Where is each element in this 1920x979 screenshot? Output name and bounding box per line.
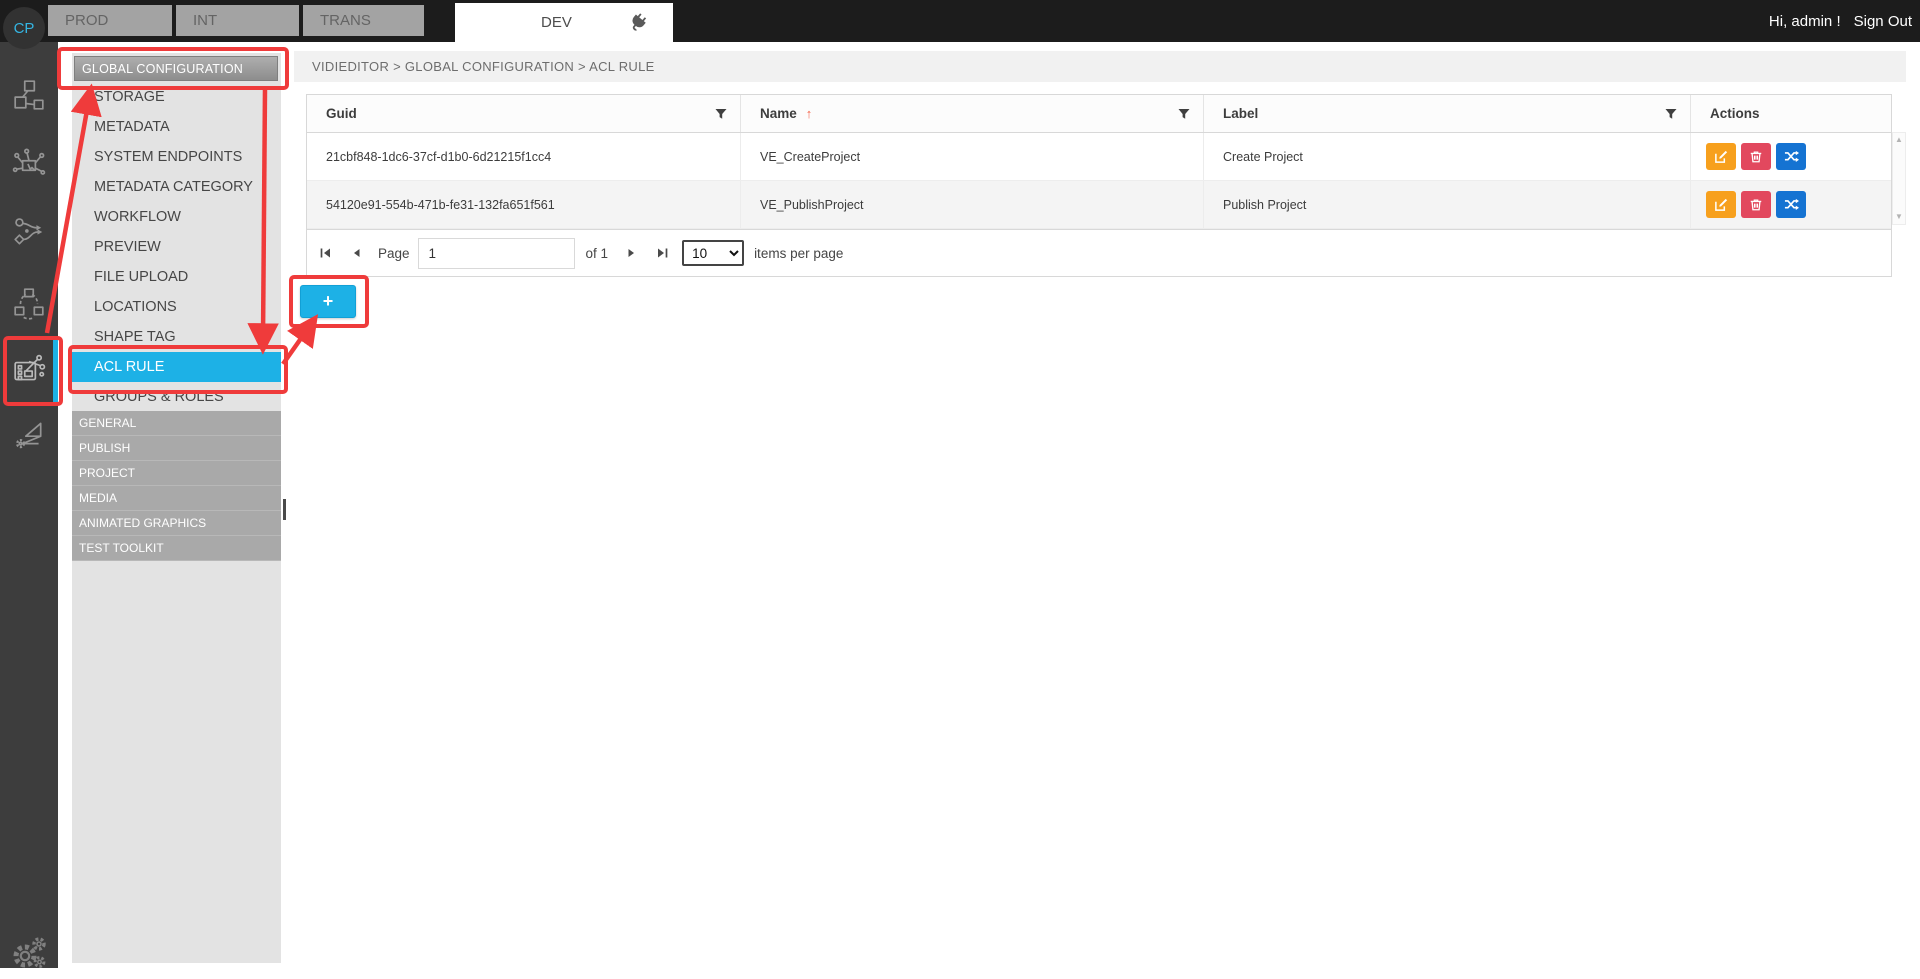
edit-button[interactable] — [1706, 191, 1736, 218]
menu-sections: GENERALPUBLISHPROJECTMEDIAANIMATED GRAPH… — [72, 411, 281, 561]
avatar-initials: CP — [14, 20, 35, 37]
menu-item-groups-roles[interactable]: GROUPS & ROLES — [72, 382, 281, 412]
delete-button[interactable] — [1741, 191, 1771, 218]
acl-rule-grid: Guid Name ↑ Label Actions — [306, 94, 1892, 277]
menu-item-metadata-category[interactable]: METADATA CATEGORY — [72, 172, 281, 202]
tab-dev[interactable]: DEV — [455, 3, 673, 42]
page-label: Page — [378, 246, 410, 261]
grid-body: 21cbf848-1dc6-37cf-d1b0-6d21215f1cc4VE_C… — [307, 133, 1891, 229]
first-page-button[interactable] — [319, 247, 332, 259]
table-row[interactable]: 54120e91-554b-471b-fe31-132fa651f561VE_P… — [307, 181, 1891, 229]
menu-section-media[interactable]: MEDIA — [72, 486, 281, 511]
cell-label: Publish Project — [1204, 181, 1691, 228]
delete-button[interactable] — [1741, 143, 1771, 170]
add-acl-rule-button[interactable]: + — [300, 285, 356, 318]
menu-section-general[interactable]: GENERAL — [72, 411, 281, 436]
menu-item-shape-tag[interactable]: SHAPE TAG — [72, 322, 281, 352]
menu-item-metadata[interactable]: METADATA — [72, 112, 281, 142]
menu-item-file-upload[interactable]: FILE UPLOAD — [72, 262, 281, 292]
menu-item-system-endpoints[interactable]: SYSTEM ENDPOINTS — [72, 142, 281, 172]
integration-icon[interactable] — [0, 133, 58, 197]
menu-section-publish[interactable]: PUBLISH — [72, 436, 281, 461]
text-cursor-artifact — [283, 499, 286, 520]
menu-item-preview[interactable]: PREVIEW — [72, 232, 281, 262]
menu-item-workflow[interactable]: WORKFLOW — [72, 202, 281, 232]
menu-section-test-toolkit[interactable]: TEST TOOLKIT — [72, 536, 281, 561]
shuffle-button[interactable] — [1776, 143, 1806, 170]
publish-icon[interactable] — [0, 401, 58, 465]
next-page-button[interactable] — [627, 247, 637, 259]
app-root: PROD INT TRANS DEV Hi, admin ! Sign Out CP — [0, 0, 1920, 979]
tab-label: INT — [193, 12, 217, 29]
menu-item-locations[interactable]: LOCATIONS — [72, 292, 281, 322]
pagination-bar: Page of 1 10 items per page — [307, 229, 1891, 276]
user-area: Hi, admin ! Sign Out — [1769, 0, 1912, 42]
cell-name: VE_CreateProject — [741, 133, 1204, 180]
column-header-name[interactable]: Name ↑ — [741, 95, 1204, 132]
last-page-button[interactable] — [656, 247, 669, 259]
menu-item-storage[interactable]: STORAGE — [72, 82, 281, 112]
cell-label: Create Project — [1204, 133, 1691, 180]
tab-trans[interactable]: TRANS — [303, 5, 424, 36]
filter-icon[interactable] — [1665, 108, 1677, 123]
icon-sidebar — [0, 42, 58, 968]
actions-cell — [1691, 181, 1891, 228]
sort-asc-icon: ↑ — [806, 106, 813, 121]
settings-gears-icon[interactable] — [0, 920, 58, 979]
shuffle-button[interactable] — [1776, 191, 1806, 218]
cell-name: VE_PublishProject — [741, 181, 1204, 228]
table-row[interactable]: 21cbf848-1dc6-37cf-d1b0-6d21215f1cc4VE_C… — [307, 133, 1891, 181]
cluster-icon[interactable] — [0, 271, 58, 335]
breadcrumb: VIDIEDITOR > GLOBAL CONFIGURATION > ACL … — [294, 51, 1906, 82]
avatar[interactable]: CP — [3, 7, 45, 49]
tab-label: DEV — [541, 14, 572, 31]
config-menu-panel: GLOBAL CONFIGURATION STORAGEMETADATASYST… — [72, 53, 281, 963]
menu-section-animated-graphics[interactable]: ANIMATED GRAPHICS — [72, 511, 281, 536]
items-per-page-label: items per page — [754, 246, 843, 261]
page-number-input[interactable] — [418, 238, 575, 269]
tab-label: TRANS — [320, 12, 371, 29]
column-header-guid[interactable]: Guid — [307, 95, 741, 132]
tab-int[interactable]: INT — [176, 5, 299, 36]
column-header-label[interactable]: Label — [1204, 95, 1691, 132]
modules-icon[interactable] — [0, 63, 58, 127]
items-per-page-select[interactable]: 10 — [682, 240, 744, 266]
menu-header-global-configuration[interactable]: GLOBAL CONFIGURATION — [74, 56, 278, 81]
plug-icon — [627, 11, 649, 33]
grid-header: Guid Name ↑ Label Actions — [307, 95, 1891, 133]
greeting-text: Hi, admin ! — [1769, 13, 1841, 30]
video-editor-icon[interactable] — [0, 338, 58, 402]
filter-icon[interactable] — [1178, 108, 1190, 123]
edit-button[interactable] — [1706, 143, 1736, 170]
column-header-actions: Actions — [1691, 95, 1891, 132]
workflow-icon[interactable] — [0, 200, 58, 264]
actions-cell — [1691, 133, 1891, 180]
scroll-up-icon[interactable]: ▲ — [1893, 136, 1905, 144]
filter-icon[interactable] — [715, 108, 727, 123]
menu-section-project[interactable]: PROJECT — [72, 461, 281, 486]
top-bar: PROD INT TRANS DEV Hi, admin ! Sign Out — [0, 0, 1920, 42]
scroll-down-icon[interactable]: ▼ — [1893, 213, 1905, 221]
tab-label: PROD — [65, 12, 108, 29]
previous-page-button[interactable] — [351, 247, 361, 259]
cell-guid: 54120e91-554b-471b-fe31-132fa651f561 — [307, 181, 741, 228]
page-count-label: of 1 — [586, 246, 609, 261]
menu-item-acl-rule[interactable]: ACL RULE — [72, 352, 281, 382]
grid-vertical-scrollbar[interactable]: ▲ ▼ — [1892, 132, 1906, 225]
menu-items: STORAGEMETADATASYSTEM ENDPOINTSMETADATA … — [72, 82, 281, 412]
tab-prod[interactable]: PROD — [48, 5, 172, 36]
sign-out-link[interactable]: Sign Out — [1854, 13, 1912, 30]
cell-guid: 21cbf848-1dc6-37cf-d1b0-6d21215f1cc4 — [307, 133, 741, 180]
annotation-arrow-to-add-button — [283, 327, 309, 364]
env-tabs: PROD INT TRANS DEV — [0, 0, 1920, 42]
